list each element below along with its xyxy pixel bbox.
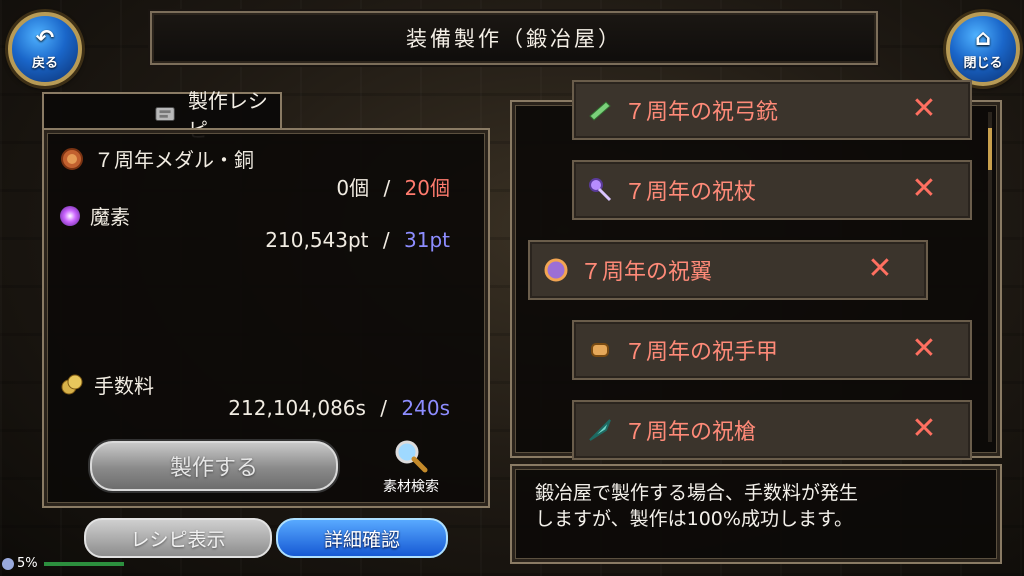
battery-percent: 5% xyxy=(17,556,38,571)
material-medal-name: ７周年メダル・銅 xyxy=(94,148,254,172)
magnifier-icon xyxy=(395,440,428,473)
back-label: 戻る xyxy=(31,55,58,71)
staff-icon xyxy=(589,178,612,202)
list-scroll-thumb[interactable] xyxy=(988,128,992,170)
spear-icon xyxy=(589,419,611,441)
item-name: ７周年の祝手甲 xyxy=(624,340,779,365)
unavailable-x-icon: ✕ xyxy=(867,250,893,286)
info-text: 鍛冶屋で製作する場合、手数料が発生 しますが、製作は100%成功します。 xyxy=(535,480,985,532)
material-medal: ７周年メダル・銅 xyxy=(60,144,254,173)
list-item[interactable]: ７周年の祝槍 ✕ xyxy=(572,400,972,460)
bowgun-icon xyxy=(589,101,611,121)
battery-bar xyxy=(43,561,124,566)
material-maso: 魔素 xyxy=(60,201,130,230)
back-arrow-icon: ↶ xyxy=(35,25,55,51)
material-maso-qty: 210,543pt / 31pt xyxy=(265,228,450,252)
list-item[interactable]: ７周年の祝杖 ✕ xyxy=(572,160,972,220)
back-button[interactable]: ↶ 戻る xyxy=(8,12,82,86)
medal-icon xyxy=(61,147,83,170)
material-search-label: 素材検索 xyxy=(383,479,439,495)
info-line-2: しますが、製作は100%成功します。 xyxy=(535,508,854,530)
coin-icon xyxy=(61,374,83,394)
material-fee: 手数料 xyxy=(60,370,154,399)
material-fee-name: 手数料 xyxy=(94,374,154,398)
craft-button-label: 製作する xyxy=(169,456,258,481)
page-title: 装備製作（鍛冶屋） xyxy=(406,27,622,51)
title-bar: 装備製作（鍛冶屋） xyxy=(150,11,878,65)
recipe-show-button[interactable]: レシピ表示 xyxy=(84,518,272,558)
material-maso-name: 魔素 xyxy=(90,205,130,229)
list-item[interactable]: ７周年の祝弓銃 ✕ xyxy=(572,80,972,140)
gauntlet-icon xyxy=(591,343,609,357)
home-icon: ⌂ xyxy=(975,25,991,51)
wing-icon xyxy=(544,258,568,282)
battery-status: 5% xyxy=(2,556,124,571)
battery-icon xyxy=(2,557,14,570)
item-name: ７周年の祝弓銃 xyxy=(624,100,779,125)
close-label: 閉じる xyxy=(963,55,1003,71)
unavailable-x-icon: ✕ xyxy=(911,330,937,366)
item-name: ７周年の祝槍 xyxy=(624,420,757,445)
item-name: ７周年の祝杖 xyxy=(624,180,757,205)
close-button[interactable]: ⌂ 閉じる xyxy=(946,12,1020,86)
detail-check-button[interactable]: 詳細確認 xyxy=(276,518,448,558)
material-medal-qty: 0個 / 20個 xyxy=(336,176,450,200)
unavailable-x-icon: ✕ xyxy=(911,170,937,206)
material-fee-qty: 212,104,086s / 240s xyxy=(228,396,450,420)
material-search-button[interactable]: 素材検索 xyxy=(366,438,456,498)
craft-button[interactable]: 製作する xyxy=(90,441,338,491)
info-line-1: 鍛冶屋で製作する場合、手数料が発生 xyxy=(535,482,859,504)
list-item-selected[interactable]: ７周年の祝翼 ✕ xyxy=(528,240,928,300)
recipe-book-icon xyxy=(155,107,175,121)
maso-orb-icon xyxy=(60,205,80,226)
list-item[interactable]: ７周年の祝手甲 ✕ xyxy=(572,320,972,380)
item-name: ７周年の祝翼 xyxy=(580,260,713,285)
unavailable-x-icon: ✕ xyxy=(911,90,937,126)
unavailable-x-icon: ✕ xyxy=(911,410,937,446)
